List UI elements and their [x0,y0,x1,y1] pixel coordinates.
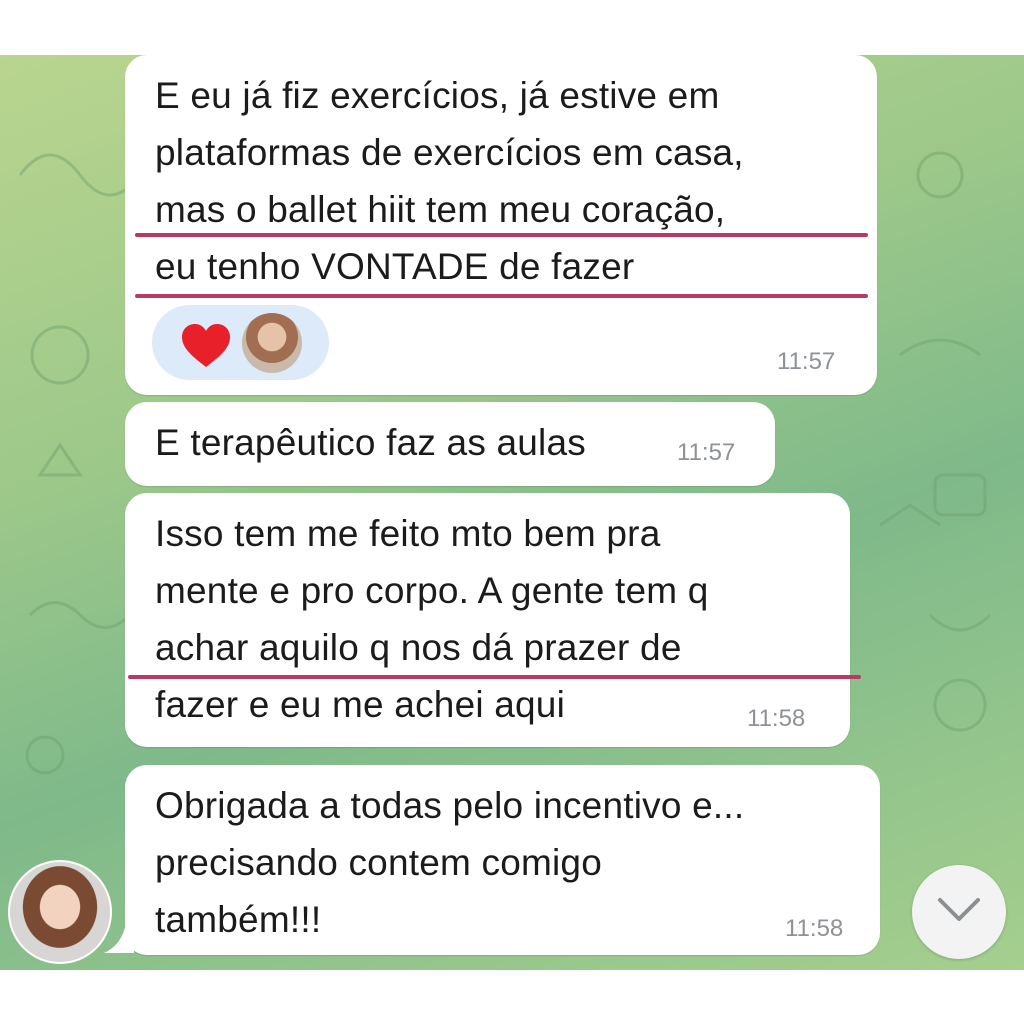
sender-avatar[interactable] [8,860,112,964]
chevron-down-icon [938,898,980,921]
message-bubble-1[interactable]: E eu já fiz exercícios, já estive em pla… [125,55,877,395]
message-time: 11:58 [747,705,806,732]
message-bubble-4[interactable]: Obrigada a todas pelo incentivo e... pre… [125,765,880,955]
message-text: Obrigada a todas pelo incentivo e... pre… [155,785,745,940]
message-bubble-3[interactable]: Isso tem me feito mto bem pra mente e pr… [125,493,850,747]
reactions-bar[interactable] [152,305,329,380]
message-time: 11:57 [777,348,836,375]
highlight-underline [135,294,868,298]
message-time: 11:58 [785,915,844,942]
chat-area: E eu já fiz exercícios, já estive em pla… [0,55,1024,970]
scroll-down-button[interactable] [912,865,1006,959]
message-text: E terapêutico faz as aulas [155,422,586,463]
message-time: 11:57 [677,439,736,466]
message-text: E eu já fiz exercícios, já estive em pla… [155,75,744,287]
message-text: Isso tem me feito mto bem pra mente e pr… [155,513,709,725]
reaction-avatar[interactable] [242,313,302,373]
heart-icon [182,324,230,367]
highlight-underline [128,675,861,679]
message-bubble-2[interactable]: E terapêutico faz as aulas 11:57 [125,402,775,486]
highlight-underline [135,233,868,237]
